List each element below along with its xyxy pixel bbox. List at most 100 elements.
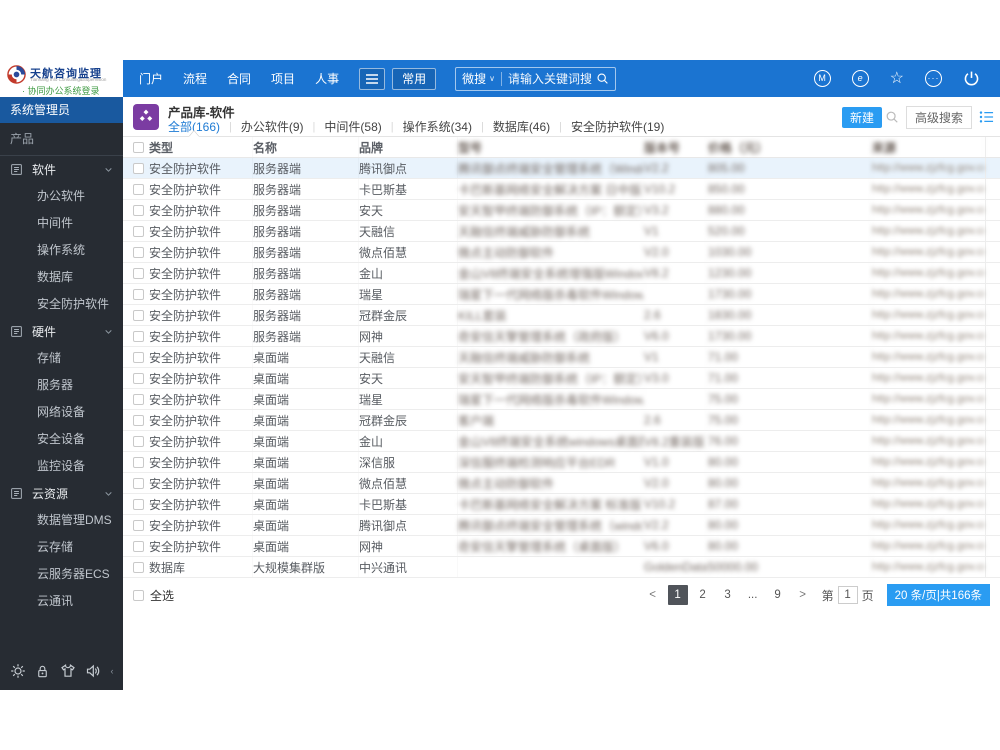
nav-menu-button[interactable] (359, 67, 386, 90)
sidebar-section-product[interactable]: 产品 (0, 123, 123, 155)
new-button[interactable]: 新建 (842, 107, 882, 128)
page-ellipsis[interactable]: ... (743, 585, 763, 605)
row-checkbox[interactable] (133, 225, 144, 237)
m-badge-icon[interactable]: M (813, 70, 831, 87)
sidebar-item-1-2[interactable]: 网络设备 (0, 399, 123, 426)
page-next-button[interactable]: > (793, 585, 813, 605)
sidebar-item-2-3[interactable]: 云通讯 (0, 588, 123, 615)
row-checkbox[interactable] (133, 519, 144, 531)
table-row[interactable]: 安全防护软件桌面端瑞星瑞星下一代网络版杀毒软件Windows桌面 75.00htt… (123, 389, 1000, 410)
row-checkbox[interactable] (133, 477, 144, 489)
table-row[interactable]: 安全防护软件 桌面端 金山 金山V8终端安全系统windows桌面版 V8.2重装版 76… (123, 431, 1000, 452)
sidebar-group-0[interactable]: 软件 (0, 156, 123, 183)
role-header[interactable]: 系统管理员 (0, 97, 123, 123)
tab-2[interactable]: 中间件(58) (315, 118, 390, 135)
header-checkbox[interactable] (133, 141, 144, 153)
row-checkbox[interactable] (133, 435, 144, 447)
row-checkbox[interactable] (133, 288, 144, 300)
row-checkbox[interactable] (133, 183, 144, 195)
row-checkbox[interactable] (133, 498, 144, 510)
sidebar-group-2[interactable]: 云资源 (0, 480, 123, 507)
sidebar-item-2-1[interactable]: 云存储 (0, 534, 123, 561)
sidebar-item-0-3[interactable]: 数据库 (0, 264, 123, 291)
sidebar-item-1-4[interactable]: 监控设备 (0, 453, 123, 480)
row-checkbox[interactable] (133, 267, 144, 279)
sidebar-item-0-2[interactable]: 操作系统 (0, 237, 123, 264)
table-row[interactable]: 数据库大规模集群版中兴通讯 GoldenData s...50000.00http… (123, 557, 1000, 578)
sidebar-item-0-4[interactable]: 安全防护软件 (0, 291, 123, 318)
search-scope-dropdown[interactable]: 微搜 ∨ (462, 70, 495, 87)
nav-item-1[interactable]: 流程 (183, 70, 207, 87)
volume-icon[interactable] (85, 663, 101, 679)
table-row[interactable]: 安全防护软件 桌面端 深信服 深信服终端检测响应平台EDR V1.0 80.00 http:… (123, 452, 1000, 473)
table-row[interactable]: 安全防护软件 桌面端 网神 奇安信天擎管理系统（桌面版） V6.0 80.00 http:/… (123, 536, 1000, 557)
table-row[interactable]: 安全防护软件 服务器端 安天 安天智甲终端防御系统（IP：额定） V3.2 880.00 h… (123, 200, 1000, 221)
nav-item-2[interactable]: 合同 (227, 70, 251, 87)
row-checkbox[interactable] (133, 540, 144, 552)
row-checkbox[interactable] (133, 414, 144, 426)
table-row[interactable]: 安全防护软件 服务器端 网神 奇安信天擎管理系统（政府版） V6.0 1730.00 htt… (123, 326, 1000, 347)
row-checkbox[interactable] (133, 393, 144, 405)
power-icon[interactable] (963, 70, 980, 87)
row-checkbox[interactable] (133, 372, 144, 384)
row-checkbox[interactable] (133, 456, 144, 468)
table-row[interactable]: 安全防护软件 服务器端 卡巴斯基 卡巴斯基网络安全解决方案 日中版... V10.2 85… (123, 179, 1000, 200)
table-row[interactable]: 安全防护软件桌面端卡巴斯基卡巴斯基网络安全解决方案 标准版 +SO...V10.… (123, 494, 1000, 515)
tab-1[interactable]: 办公软件(9) (232, 118, 313, 135)
oa-login-link[interactable]: · 协同办公系统登录 (22, 84, 100, 97)
table-row[interactable]: 安全防护软件 桌面端 天融信 天融信终端威胁防御系统 V1 71.00 http://www… (123, 347, 1000, 368)
table-row[interactable]: 安全防护软件 服务器端 微点佰慧 微点主动防御软件 V2.0 1030.00 http://… (123, 242, 1000, 263)
collapse-arrow-icon[interactable]: ‹ (111, 666, 114, 676)
favorite-star-icon[interactable]: ☆ (890, 70, 904, 87)
page-button-9[interactable]: 9 (768, 585, 788, 605)
table-search-icon[interactable] (885, 110, 899, 124)
page-button-1[interactable]: 1 (667, 585, 688, 605)
select-all[interactable]: 全选 (133, 587, 174, 604)
row-checkbox[interactable] (133, 246, 144, 258)
table-row[interactable]: 安全防护软件 服务器端 天融信 天融信终端威胁防御系统 V1 520.00 http://w… (123, 221, 1000, 242)
list-view-icon[interactable] (979, 110, 994, 124)
row-checkbox[interactable] (133, 330, 144, 342)
sidebar-item-1-0[interactable]: 存储 (0, 345, 123, 372)
search-icon[interactable] (596, 72, 609, 85)
page-size-summary-badge[interactable]: 20 条/页|共166条 (886, 584, 990, 606)
e-badge-icon[interactable]: e (851, 70, 869, 87)
lock-icon[interactable] (35, 664, 50, 679)
settings-gear-icon[interactable] (10, 663, 26, 679)
advanced-search-button[interactable]: 高级搜索 (905, 105, 972, 129)
row-checkbox[interactable] (133, 204, 144, 216)
nav-item-4[interactable]: 人事 (315, 70, 339, 87)
sidebar-item-2-0[interactable]: 数据管理DMS (0, 507, 123, 534)
table-row[interactable]: 安全防护软件 桌面端 安天 安天智甲终端防御系统（IP：额定） V3.0 71.00 htt… (123, 368, 1000, 389)
table-row[interactable]: 安全防护软件服务器端金山金山V8终端安全系统增强版Windows新版V8.212… (123, 263, 1000, 284)
select-all-checkbox[interactable] (133, 589, 144, 601)
sidebar-item-0-0[interactable]: 办公软件 (0, 183, 123, 210)
table-row[interactable]: 安全防护软件 服务器端 瑞星 瑞星下一代网络版杀毒软件Windows版 1730.00 h… (123, 284, 1000, 305)
more-dots-icon[interactable]: ··· (925, 70, 942, 87)
table-row[interactable]: 安全防护软件 桌面端 冠群金辰 客户端 2.6 75.00 http://www.zjzfc… (123, 410, 1000, 431)
sidebar-item-0-1[interactable]: 中间件 (0, 210, 123, 237)
page-jump-input[interactable] (837, 586, 858, 604)
nav-item-pinned[interactable]: 常用 (392, 67, 437, 90)
nav-item-3[interactable]: 项目 (271, 70, 295, 87)
table-row[interactable]: 安全防护软件桌面端腾讯御点腾讯御点终端安全管理系统（windows版）V2.28… (123, 515, 1000, 536)
row-checkbox[interactable] (133, 561, 144, 573)
sidebar-item-2-2[interactable]: 云服务器ECS (0, 561, 123, 588)
nav-item-0[interactable]: 门户 (139, 70, 163, 87)
sidebar-item-1-1[interactable]: 服务器 (0, 372, 123, 399)
row-checkbox[interactable] (133, 351, 144, 363)
tab-5[interactable]: 安全防护软件(19) (562, 118, 673, 135)
theme-shirt-icon[interactable] (60, 663, 76, 679)
page-prev-button[interactable]: < (643, 585, 663, 605)
sidebar-item-1-3[interactable]: 安全设备 (0, 426, 123, 453)
row-checkbox[interactable] (133, 162, 144, 174)
table-row[interactable]: 安全防护软件 服务器端 冠群金辰 KILL套装 2.6 1830.00 http://www… (123, 305, 1000, 326)
tab-3[interactable]: 操作系统(34) (394, 118, 481, 135)
search-input[interactable] (507, 71, 596, 86)
table-row[interactable]: 安全防护软件 桌面端 微点佰慧 微点主动防御软件 V2.0 80.00 http://www… (123, 473, 1000, 494)
tab-4[interactable]: 数据库(46) (484, 118, 559, 135)
page-button-3[interactable]: 3 (718, 585, 738, 605)
page-button-2[interactable]: 2 (693, 585, 713, 605)
table-row[interactable]: 安全防护软件服务器端腾讯御点腾讯御点终端安全管理系统（Windows版）V2.2… (123, 158, 1000, 179)
row-checkbox[interactable] (133, 309, 144, 321)
